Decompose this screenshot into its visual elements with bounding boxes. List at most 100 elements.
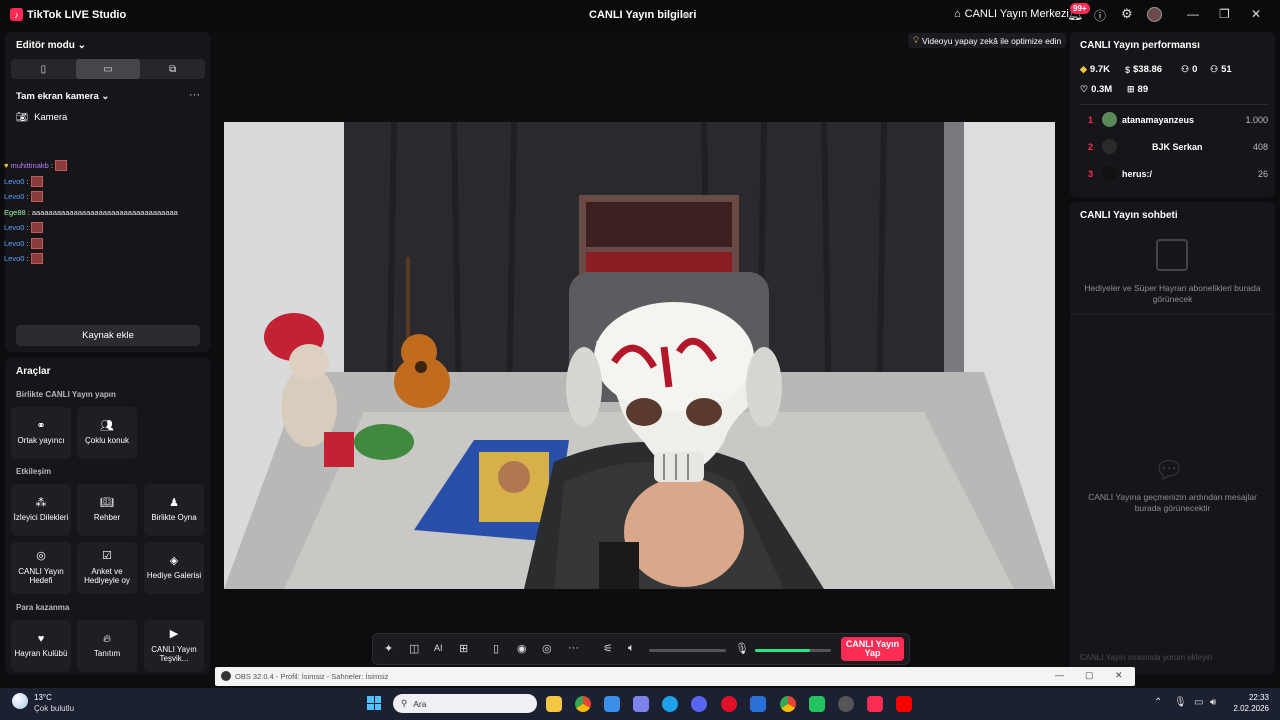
portrait-layout-button[interactable]: ▯ bbox=[11, 59, 76, 79]
live-info-title[interactable]: CANLI Yayın bilgileri bbox=[589, 9, 696, 21]
emote-icon bbox=[30, 175, 43, 187]
editor-mode-dropdown[interactable]: Editör modu ⌄ bbox=[16, 40, 86, 51]
windows-start-icon[interactable] bbox=[367, 696, 381, 710]
effects-icon[interactable]: ◫ bbox=[409, 642, 419, 655]
restore-icon[interactable]: ❐ bbox=[1219, 7, 1230, 21]
settings-sliders-icon[interactable]: ⚟ bbox=[603, 642, 613, 655]
chat-line: Levo0: bbox=[4, 236, 204, 252]
co-host-button[interactable]: ⚭ Ortak yayıncı bbox=[11, 407, 71, 459]
volume-slider[interactable] bbox=[649, 649, 726, 652]
phone-icon[interactable]: ▯ bbox=[493, 642, 499, 655]
tool-label: CANLI Yayın Teşvik... bbox=[151, 644, 197, 664]
ai-icon[interactable]: AI bbox=[434, 643, 443, 653]
chevron-down-icon: ⌄ bbox=[101, 91, 110, 102]
dual-layout-button[interactable]: ⧉ bbox=[140, 59, 205, 79]
viewers-icon: ⚇ bbox=[1210, 64, 1219, 74]
chat-user: muhittinakb bbox=[10, 161, 49, 171]
landscape-layout-button[interactable]: ▭ bbox=[75, 59, 141, 79]
add-source-button[interactable]: Kaynak ekle bbox=[16, 325, 200, 346]
microphone-icon[interactable]: 🎙︎ bbox=[735, 642, 749, 655]
poll-gift-button[interactable]: ☑ Anket ve Hediyeyle oy bbox=[77, 542, 137, 594]
chrome-icon[interactable] bbox=[575, 696, 591, 712]
tool-label: Hayran Kulübü bbox=[14, 649, 68, 659]
file-explorer-icon[interactable] bbox=[546, 696, 562, 712]
requests-icon: ⁂ bbox=[35, 497, 47, 510]
ranking-row[interactable]: 3 herus:/ 26 bbox=[1088, 166, 1268, 181]
avatar[interactable] bbox=[1147, 7, 1162, 22]
link-icon: ⚭ bbox=[36, 420, 46, 433]
source-item-camera[interactable]: 📷︎ Kamera bbox=[16, 112, 67, 123]
editor-mode-label: Editör modu bbox=[16, 40, 75, 51]
gear-icon[interactable]: ⚙ bbox=[1121, 6, 1133, 22]
ranking-row[interactable]: 1 atanamayanzeus 1.000 bbox=[1088, 112, 1268, 127]
help-icon[interactable]: ⓘ bbox=[1094, 7, 1106, 24]
video-camera-icon: ▶ bbox=[169, 628, 179, 641]
go-live-button[interactable]: CANLI Yayın Yap bbox=[841, 637, 904, 661]
record-icon[interactable]: ◉ bbox=[517, 642, 527, 655]
target-icon: ◎ bbox=[36, 550, 46, 563]
restore-icon[interactable]: ▢ bbox=[1085, 670, 1094, 681]
multi-guest-button[interactable]: 👥︎ Çoklu konuk bbox=[77, 407, 137, 459]
avatar bbox=[1102, 139, 1117, 154]
share-icon[interactable]: ➦ bbox=[682, 9, 691, 22]
app-icon[interactable] bbox=[809, 696, 825, 712]
chat-text: : bbox=[26, 176, 29, 186]
speaker-icon[interactable]: 🔊︎ bbox=[1210, 697, 1216, 708]
obs-icon[interactable] bbox=[838, 696, 854, 712]
weather-icon[interactable] bbox=[12, 693, 28, 709]
viewer-requests-button[interactable]: ⁂ İzleyici Dilekleri bbox=[11, 484, 71, 536]
discord-icon[interactable] bbox=[691, 696, 707, 712]
live-center-button[interactable]: ⌂ CANLI Yayın Merkezi bbox=[954, 8, 1069, 20]
comment-input[interactable]: CANLI Yayın sırasında yorum ekleyin bbox=[1080, 653, 1212, 662]
speaker-icon[interactable]: 🔈︎ bbox=[628, 642, 635, 655]
scan-icon[interactable]: ◎ bbox=[542, 642, 552, 655]
camera-preview[interactable] bbox=[224, 122, 1055, 589]
gift-gallery-button[interactable]: ◈ Hediye Galerisi bbox=[144, 542, 204, 594]
minimize-icon[interactable]: — bbox=[1055, 670, 1064, 680]
performance-panel: CANLI Yayın performansı ◆ 9.7K $ $38.86 ⚇ 0… bbox=[1070, 32, 1275, 197]
chevron-up-icon[interactable]: ⌃ bbox=[1154, 697, 1162, 708]
gift-empty-message: Hediyeler ve Süper Hayran abonelikleri b… bbox=[1084, 283, 1261, 304]
section-monetize: Para kazanma bbox=[16, 603, 70, 612]
clock[interactable]: 22:33 bbox=[1233, 693, 1269, 702]
chrome-icon[interactable] bbox=[780, 696, 796, 712]
edge-icon[interactable] bbox=[662, 696, 678, 712]
screen-add-icon[interactable]: ⊞ bbox=[459, 642, 468, 655]
ai-optimize-tip[interactable]: 💡︎ Videoyu yapay zekâ ile optimize edin bbox=[908, 33, 1067, 48]
date[interactable]: 2.02.2026 bbox=[1229, 704, 1269, 713]
avatar bbox=[1102, 112, 1117, 127]
emote-icon bbox=[30, 237, 43, 249]
mail-icon[interactable] bbox=[750, 696, 766, 712]
earnings-stat: $ $38.86 bbox=[1125, 64, 1162, 75]
ranking-row[interactable]: 2 BJK Serkan 408 bbox=[1088, 139, 1268, 154]
live-goal-button[interactable]: ◎ CANLI Yayın Hedefi bbox=[11, 542, 71, 594]
tool-label: Tanıtım bbox=[93, 649, 121, 659]
microphone-icon[interactable]: 🎙︎ bbox=[1174, 697, 1187, 708]
promote-button[interactable]: 🔥︎ Tanıtım bbox=[77, 620, 137, 672]
close-icon[interactable]: ✕ bbox=[1115, 670, 1123, 681]
close-icon[interactable]: ✕ bbox=[1251, 7, 1261, 21]
chat-text: : aaaaaaaaaaaaaaaaaaaaaaaaaaaaaaaaaaa bbox=[27, 207, 178, 217]
opera-icon[interactable] bbox=[721, 696, 737, 712]
obs-window-bar[interactable]: OBS 32.0.4 - Profil: İsimsiz - Sahneler:… bbox=[215, 667, 1135, 686]
tiktok-icon[interactable] bbox=[867, 696, 883, 712]
play-together-button[interactable]: ♟ Birlikte Oyna bbox=[144, 484, 204, 536]
teams-icon[interactable] bbox=[633, 696, 649, 712]
rank-score: 1.000 bbox=[1245, 115, 1268, 125]
rank-score: 408 bbox=[1252, 142, 1268, 152]
fan-club-button[interactable]: ♥ Hayran Kulübü bbox=[11, 620, 71, 672]
magic-wand-icon[interactable]: ✦ bbox=[384, 642, 393, 655]
chat-text: : bbox=[50, 161, 53, 171]
minimize-icon[interactable]: — bbox=[1187, 7, 1199, 21]
guide-button[interactable]: 📖︎ Rehber bbox=[77, 484, 137, 536]
youtube-icon[interactable] bbox=[896, 696, 912, 712]
viewers-stat: ⚇ 51 bbox=[1210, 64, 1232, 75]
more-options-icon[interactable]: ··· bbox=[189, 89, 200, 101]
tool-label: Anket ve Hediyeyle oy bbox=[84, 566, 130, 586]
taskbar-search[interactable]: ⚲ Ara bbox=[393, 694, 537, 713]
live-incentive-button[interactable]: ▶ CANLI Yayın Teşvik... bbox=[144, 620, 204, 672]
monitor-icon[interactable]: ▭ bbox=[1194, 697, 1203, 708]
scene-dropdown[interactable]: Tam ekran kamera ⌄ bbox=[16, 91, 109, 102]
more-icon[interactable]: ··· bbox=[568, 642, 579, 654]
store-icon[interactable] bbox=[604, 696, 620, 712]
